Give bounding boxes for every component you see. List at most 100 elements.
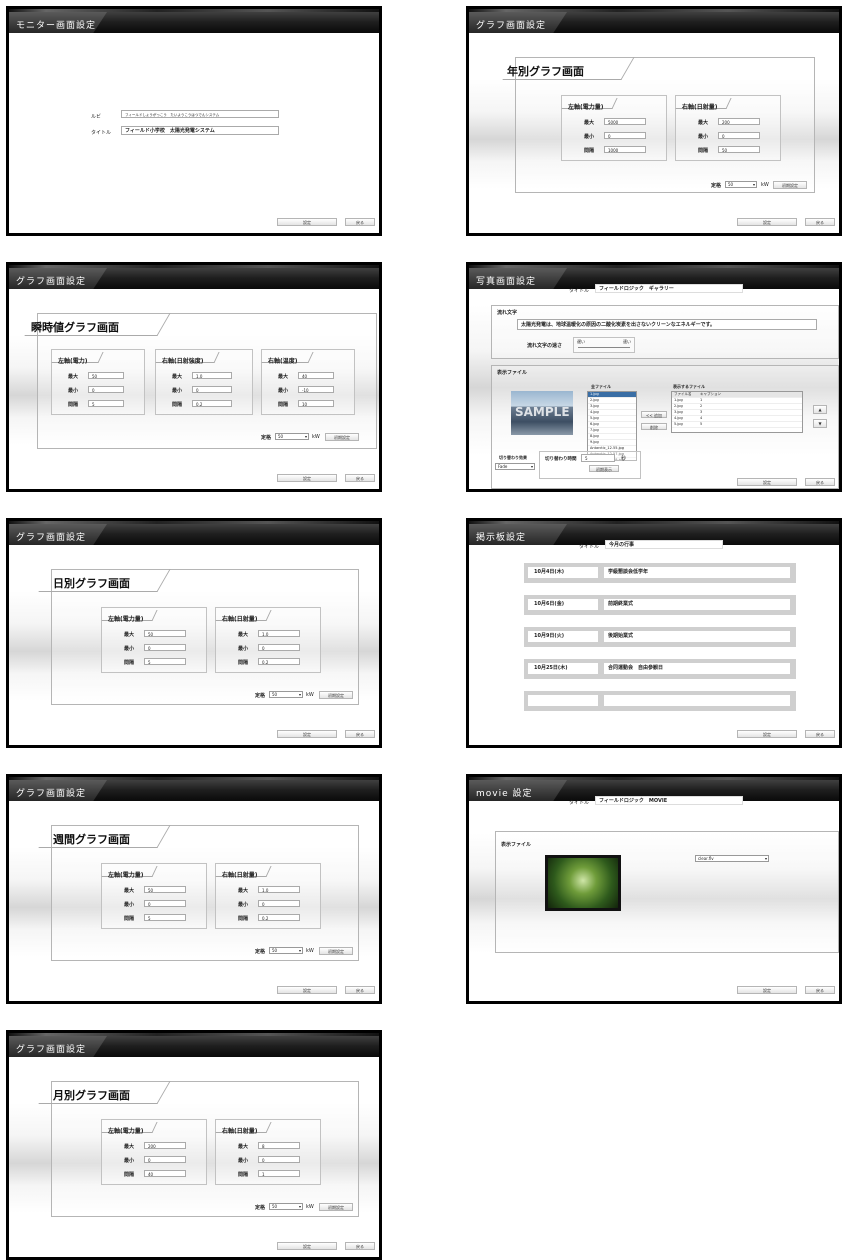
right-max-input[interactable]: 200 (718, 118, 760, 125)
rated-select[interactable]: 50 (725, 181, 757, 188)
back-button[interactable]: 戻る (805, 218, 835, 226)
move-up-button[interactable]: ▲ (813, 405, 827, 414)
shown-file-row[interactable]: 5.jpg 5 (672, 422, 802, 428)
back-button[interactable]: 戻る (345, 218, 375, 226)
ok-button[interactable]: 設定 (277, 218, 337, 226)
initial-settings-button[interactable]: 初期設定 (325, 433, 359, 441)
left-max-input[interactable]: 50 (88, 372, 124, 379)
left-interval-input[interactable]: 5 (144, 914, 186, 921)
right-interval-input[interactable]: 0.2 (258, 658, 300, 665)
initial-settings-button[interactable]: 初期設定 (773, 181, 807, 189)
title-input[interactable]: フィールド小学校 太陽光発電システム (121, 126, 279, 135)
left-interval-input[interactable]: 40 (144, 1170, 186, 1177)
initial-settings-button[interactable]: 初期設定 (319, 1203, 353, 1211)
right-max-input[interactable]: 8 (258, 1142, 300, 1149)
speed-fast-label: 速い (623, 339, 631, 344)
left-max-input[interactable]: 200 (144, 1142, 186, 1149)
left-max-input[interactable]: 5000 (604, 118, 646, 125)
initial-settings-button[interactable]: 初期設定 (319, 947, 353, 955)
left-axis-label: 左軸(電力量) (108, 872, 144, 879)
ok-button[interactable]: 設定 (277, 1242, 337, 1250)
interval-label: 間隔 (172, 402, 183, 408)
title-input[interactable]: フィールドロジック ギャラリー (595, 284, 743, 293)
ruby-input[interactable]: フィールドしょうがっこう たいようこうはつでんシステム (121, 110, 279, 118)
back-button[interactable]: 戻る (805, 730, 835, 738)
rated-select[interactable]: 50 (269, 947, 303, 954)
back-button[interactable]: 戻る (805, 478, 835, 486)
back-button[interactable]: 戻る (345, 1242, 375, 1250)
event-text-input[interactable]: 後期始業式 (604, 631, 790, 642)
rated-label: 定格 (711, 183, 722, 189)
left-max-input[interactable]: 50 (144, 630, 186, 637)
right-min-input[interactable]: 0 (258, 900, 300, 907)
mid-max-input[interactable]: 1.0 (192, 372, 232, 379)
initial-settings-button[interactable]: 初期設定 (319, 691, 353, 699)
back-button[interactable]: 戻る (345, 986, 375, 994)
title-input[interactable]: 今月の行事 (605, 540, 723, 549)
window-title-tab: グラフ画面設定 (9, 1036, 107, 1057)
left-min-input[interactable]: 0 (88, 386, 124, 393)
max-label: 最大 (124, 888, 135, 894)
initial-display-button[interactable]: 初期表示 (589, 465, 619, 472)
ok-button[interactable]: 設定 (277, 474, 337, 482)
shown-files-table[interactable]: ファイル名 キャプション 1.jpg 1 2.jpg 2 3.jpg 3 4.jpg 4 5.jpg… (671, 391, 803, 433)
right-min-input[interactable]: 0 (718, 132, 760, 139)
scroll-text-input[interactable]: 太陽光発電は、地球温暖化の原因の二酸化炭素を出さないクリーンなエネルギーです。 (517, 319, 817, 330)
right-min-input[interactable]: 0 (258, 644, 300, 651)
window-title-tab: グラフ画面設定 (9, 780, 107, 801)
remove-file-button[interactable]: 削除 (641, 423, 667, 430)
right-max-input[interactable]: 1.0 (258, 886, 300, 893)
event-date-input[interactable]: 10月9日(火) (528, 631, 598, 642)
event-text-input[interactable]: 前期終業式 (604, 599, 790, 610)
mid-interval-input[interactable]: 0.2 (192, 400, 232, 407)
event-text-input[interactable]: 合同運動会 自由参観日 (604, 663, 790, 674)
right-interval-input[interactable]: 0.2 (258, 914, 300, 921)
rated-select[interactable]: 50 (275, 433, 309, 440)
left-min-input[interactable]: 0 (604, 132, 646, 139)
ok-button[interactable]: 設定 (277, 730, 337, 738)
ok-button[interactable]: 設定 (737, 478, 797, 486)
back-button[interactable]: 戻る (345, 730, 375, 738)
monitor-settings-window: モニター画面設定 ルビ フィールドしょうがっこう たいようこうはつでんシステム … (6, 6, 382, 236)
left-max-input[interactable]: 50 (144, 886, 186, 893)
right-min-input[interactable]: -10 (298, 386, 334, 393)
add-file-button[interactable]: << 追加 (641, 411, 667, 418)
event-text-input[interactable] (604, 695, 790, 706)
ok-button[interactable]: 設定 (737, 218, 797, 226)
back-button[interactable]: 戻る (805, 986, 835, 994)
right-interval-input[interactable]: 50 (718, 146, 760, 153)
move-down-button[interactable]: ▼ (813, 419, 827, 428)
title-input[interactable]: フィールドロジック MOVIE (595, 796, 743, 805)
left-min-input[interactable]: 0 (144, 1156, 186, 1163)
event-date-input[interactable]: 10月4日(木) (528, 567, 598, 578)
ok-button[interactable]: 設定 (737, 986, 797, 994)
mid-min-input[interactable]: 0 (192, 386, 232, 393)
left-min-input[interactable]: 0 (144, 644, 186, 651)
window-body: グラフ画面設定 日別グラフ画面 左軸(電力量) 最大 50 最小 0 間隔 5 右軸(… (9, 521, 379, 745)
ok-button[interactable]: 設定 (277, 986, 337, 994)
left-interval-input[interactable]: 5 (144, 658, 186, 665)
left-interval-input[interactable]: 5 (88, 400, 124, 407)
left-interval-input[interactable]: 1000 (604, 146, 646, 153)
event-text-input[interactable]: 学級懇談会低学年 (604, 567, 790, 578)
time-input[interactable]: 5 (581, 454, 615, 462)
back-button[interactable]: 戻る (345, 474, 375, 482)
event-date-input[interactable] (528, 695, 598, 706)
rated-select[interactable]: 50 (269, 1203, 303, 1210)
event-date-input[interactable]: 10月25日(木) (528, 663, 598, 674)
movie-file-select[interactable]: clear.flv (695, 855, 769, 862)
left-min-input[interactable]: 0 (144, 900, 186, 907)
ok-button[interactable]: 設定 (737, 730, 797, 738)
effect-select[interactable]: Fade (495, 463, 535, 470)
interval-label: 間隔 (124, 1172, 135, 1178)
right-max-input[interactable]: 1.0 (258, 630, 300, 637)
rated-select[interactable]: 50 (269, 691, 303, 698)
rated-unit: kW (306, 948, 314, 954)
speed-slider[interactable]: 遅い 速い (573, 337, 635, 353)
right-interval-input[interactable]: 1 (258, 1170, 300, 1177)
right-interval-input[interactable]: 10 (298, 400, 334, 407)
shown-file-name: 1.jpg (674, 398, 683, 402)
right-min-input[interactable]: 0 (258, 1156, 300, 1163)
event-date-input[interactable]: 10月6日(金) (528, 599, 598, 610)
right-max-input[interactable]: 40 (298, 372, 334, 379)
